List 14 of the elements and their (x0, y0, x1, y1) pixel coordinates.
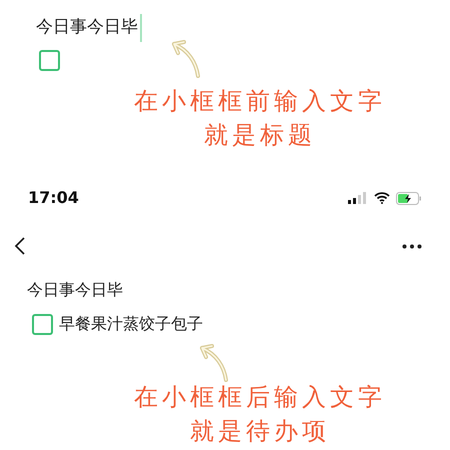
annotation-text: 就是待办项 (190, 416, 330, 447)
annotation-text: 就是标题 (204, 120, 316, 151)
note-title: 今日事今日毕 (27, 280, 123, 299)
annotation-text: 在小框框后输入文字 (134, 382, 386, 413)
annotation-text: 在小框框前输入文字 (134, 86, 386, 117)
checkbox[interactable] (32, 314, 53, 334)
signal-icon (348, 192, 368, 204)
wifi-icon (374, 192, 390, 204)
note-title: 今日事今日毕 (36, 16, 138, 40)
checkbox[interactable] (39, 50, 60, 71)
more-icon (402, 244, 422, 248)
status-time: 17:04 (28, 187, 79, 209)
back-icon (14, 236, 26, 256)
todo-text: 早餐果汁蒸饺子包子 (59, 313, 203, 335)
